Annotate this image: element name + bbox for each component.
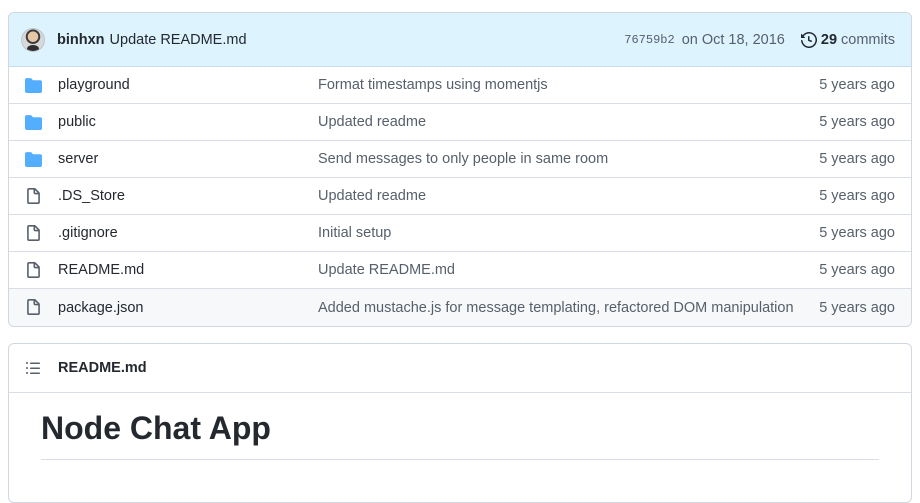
commit-sha[interactable]: 76759b2	[624, 33, 674, 47]
commit-message[interactable]: Update README.md	[110, 32, 247, 48]
file-commit-message[interactable]: Updated readme	[318, 114, 795, 130]
readme-filename[interactable]: README.md	[58, 360, 147, 376]
file-age: 5 years ago	[819, 151, 895, 167]
file-name[interactable]: server	[58, 151, 318, 167]
file-icon	[27, 261, 40, 278]
file-age: 5 years ago	[819, 77, 895, 93]
folder-icon	[25, 151, 42, 167]
author-avatar[interactable]	[21, 27, 45, 52]
file-commit-message[interactable]: Format timestamps using momentjs	[318, 77, 795, 93]
file-age: 5 years ago	[819, 225, 895, 241]
file-name[interactable]: .gitignore	[58, 225, 318, 241]
list-icon[interactable]	[25, 360, 41, 376]
file-commit-message[interactable]: Send messages to only people in same roo…	[318, 151, 795, 167]
file-age: 5 years ago	[819, 188, 895, 204]
file-age: 5 years ago	[819, 299, 895, 316]
file-row[interactable]: README.md Update README.md 5 years ago	[9, 252, 911, 289]
file-name[interactable]: public	[58, 114, 318, 130]
commit-date[interactable]: on Oct 18, 2016	[682, 32, 785, 48]
commit-meta: 76759b2 on Oct 18, 2016 29 commits	[624, 32, 895, 48]
file-name[interactable]: playground	[58, 77, 318, 93]
file-name[interactable]: .DS_Store	[58, 188, 318, 204]
folder-icon	[25, 114, 42, 130]
file-list: playground Format timestamps using momen…	[9, 67, 911, 326]
file-age: 5 years ago	[819, 114, 895, 130]
commit-author[interactable]: binhxn	[57, 32, 105, 48]
file-row[interactable]: public Updated readme 5 years ago	[9, 104, 911, 141]
folder-icon	[25, 77, 42, 93]
file-commit-message[interactable]: Update README.md	[318, 262, 795, 278]
file-commit-message[interactable]: Initial setup	[318, 225, 795, 241]
readme-header: README.md	[9, 344, 911, 393]
latest-commit-bar: binhxn Update README.md 76759b2 on Oct 1…	[9, 13, 911, 67]
file-commit-message[interactable]: Updated readme	[318, 188, 795, 204]
readme-heading: Node Chat App	[41, 409, 879, 461]
commits-label[interactable]: commits	[841, 32, 895, 48]
file-icon	[27, 224, 40, 241]
file-row[interactable]: server Send messages to only people in s…	[9, 141, 911, 178]
file-row[interactable]: .gitignore Initial setup 5 years ago	[9, 215, 911, 252]
history-icon[interactable]	[800, 31, 817, 48]
readme-body: Node Chat App	[9, 393, 911, 476]
commit-count[interactable]: 29	[821, 32, 837, 48]
file-commit-message[interactable]: Added mustache.js for message templating…	[318, 300, 795, 316]
file-age: 5 years ago	[819, 262, 895, 278]
file-name[interactable]: README.md	[58, 262, 318, 278]
file-row[interactable]: playground Format timestamps using momen…	[9, 67, 911, 104]
file-icon	[27, 187, 40, 204]
file-icon	[27, 299, 40, 315]
file-row[interactable]: .DS_Store Updated readme 5 years ago	[9, 178, 911, 215]
file-name[interactable]: package.json	[58, 300, 318, 316]
file-browser: binhxn Update README.md 76759b2 on Oct 1…	[8, 12, 912, 327]
readme-panel: README.md Node Chat App	[8, 343, 912, 503]
file-row[interactable]: package.json Added mustache.js for messa…	[9, 289, 911, 326]
